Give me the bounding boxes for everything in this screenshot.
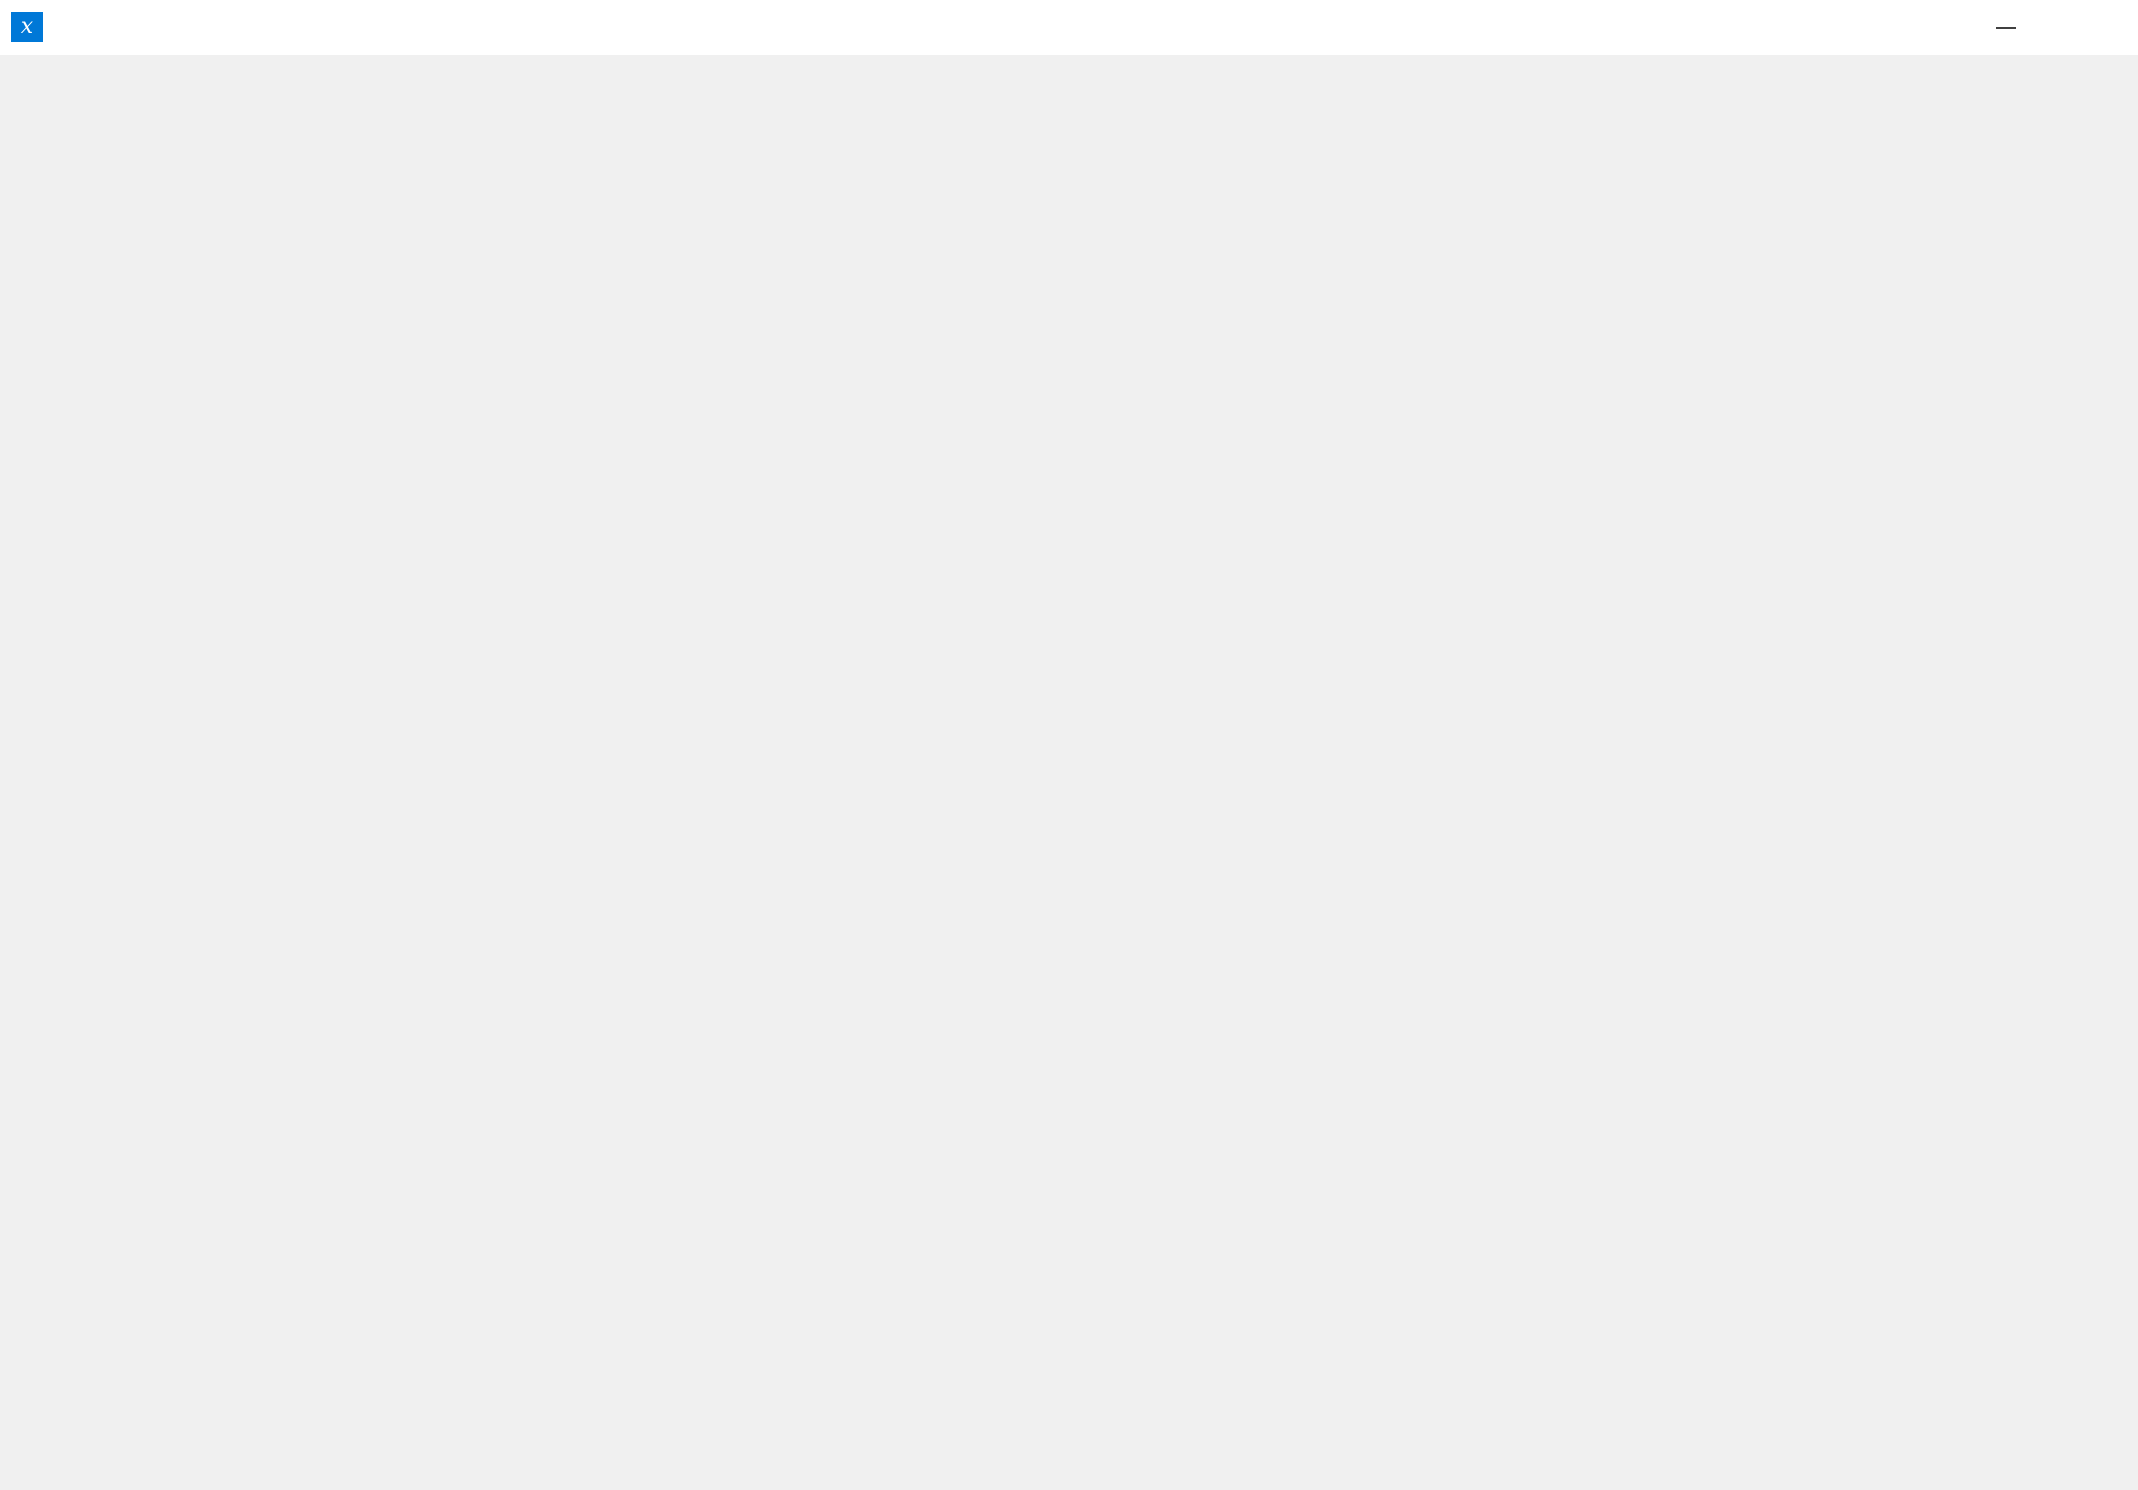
title-bar: x bbox=[0, 0, 2138, 55]
phoenix-logo-icon: x bbox=[11, 12, 43, 42]
